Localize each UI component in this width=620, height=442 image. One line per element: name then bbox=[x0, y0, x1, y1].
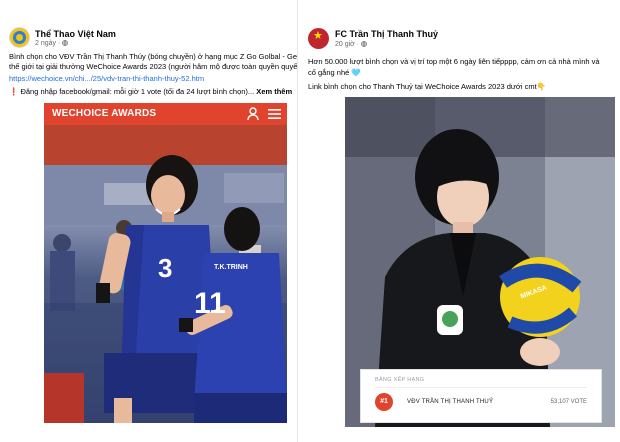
see-more-link[interactable]: Xem thêm bbox=[256, 87, 292, 96]
jersey-name-back: T.K.TRINH bbox=[214, 264, 248, 271]
ranking-title: BẢNG XẾP HẠNG bbox=[375, 377, 425, 383]
page-name[interactable]: FC Trần Thị Thanh Thuỷ bbox=[335, 29, 438, 39]
ranking-athlete-name: VĐV TRẦN THỊ THANH THUỶ bbox=[407, 399, 494, 405]
ranking-divider bbox=[375, 387, 587, 388]
post-time[interactable]: 2 ngày · bbox=[35, 40, 69, 47]
post-time[interactable]: 20 giờ · bbox=[335, 41, 367, 48]
jersey-number-back: 11 bbox=[194, 287, 226, 320]
globe-icon bbox=[361, 41, 367, 47]
rank-badge: #1 bbox=[375, 393, 393, 411]
globe-icon bbox=[62, 40, 69, 46]
post-note: ❗ Đăng nhập facebook/gmail: mỗi giờ 1 vo… bbox=[9, 87, 293, 96]
user-icon[interactable] bbox=[247, 107, 259, 121]
menu-icon[interactable] bbox=[268, 109, 281, 119]
jersey-number-front: 3 bbox=[158, 253, 173, 283]
ranking-card[interactable]: BẢNG XẾP HẠNG #1 VĐV TRẦN THỊ THANH THUỶ… bbox=[360, 369, 602, 423]
wechoice-header-bar: WECHOICE AWARDS bbox=[44, 103, 287, 125]
post-the-thao-viet-nam: Thể Thao Việt Nam 2 ngày · Bình chọn cho… bbox=[0, 0, 298, 442]
wechoice-logo: WECHOICE AWARDS bbox=[52, 108, 157, 119]
page-avatar[interactable]: ★ bbox=[308, 28, 329, 49]
post-text-line-3: Link bình chọn cho Thanh Thuỷ tại WeChoi… bbox=[308, 82, 547, 91]
post-text-line-2: thế giới tại giải thưởng WeChoice Awards… bbox=[9, 62, 298, 71]
post-photo-player-with-ball[interactable]: MIKASA BẢNG XẾP HẠNG #1 VĐV TRẦN THỊ THA… bbox=[345, 97, 615, 427]
post-fc-tran-thi-thanh-thuy: ★ FC Trần Thị Thanh Thuỷ 20 giờ · Hơn 50… bbox=[300, 0, 620, 442]
vote-link[interactable]: https://wechoice.vn/chi.../25/vdv-tran-t… bbox=[9, 74, 204, 83]
exclamation-icon: ❗ bbox=[9, 87, 19, 96]
post-photo-volleyball-players[interactable]: 3 11 T.K.TRINH WECHOICE AWARDS bbox=[44, 103, 287, 423]
post-text-line-1: Hơn 50.000 lượt bình chọn và vị trí top … bbox=[308, 57, 600, 66]
page-avatar[interactable] bbox=[9, 27, 30, 48]
post-text-line-2: cố gắng nhé 🩵 bbox=[308, 68, 361, 77]
page-name[interactable]: Thể Thao Việt Nam bbox=[35, 29, 116, 39]
ranking-votes: 53,107 VOTE bbox=[550, 399, 587, 405]
